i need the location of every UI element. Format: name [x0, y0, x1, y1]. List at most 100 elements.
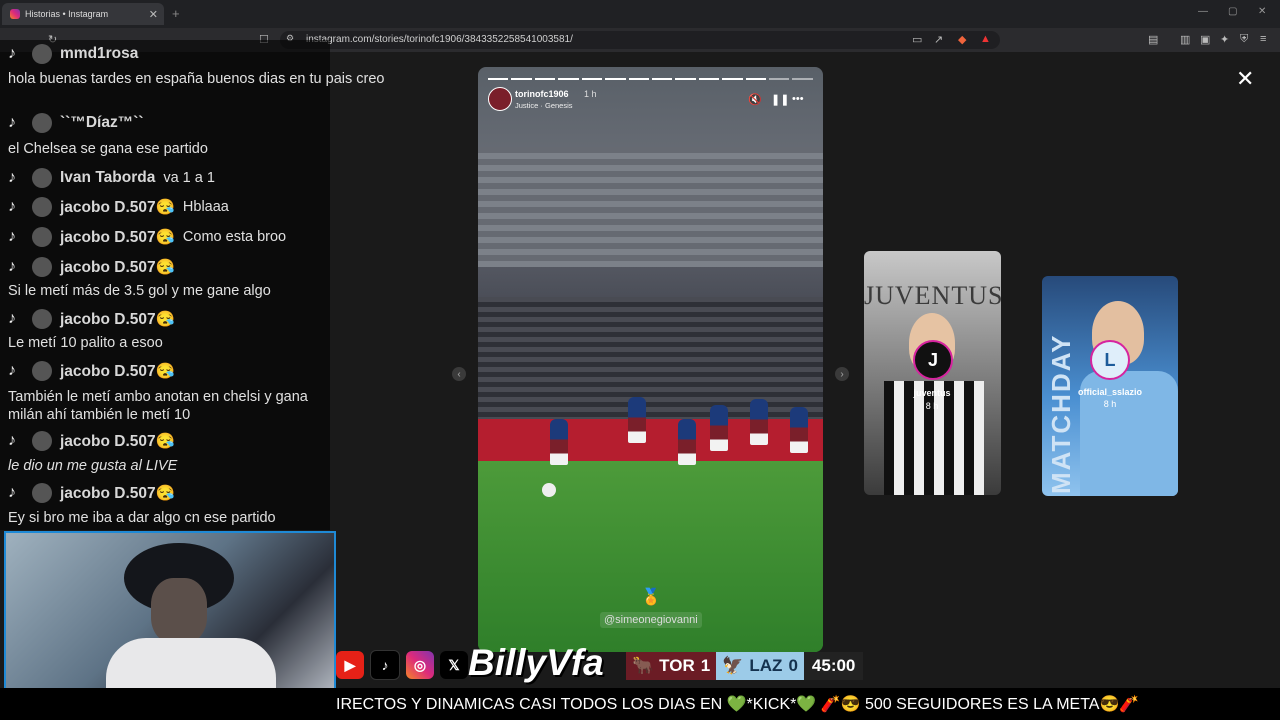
tiktok-icon: ♪ [8, 114, 16, 131]
character-face [151, 578, 207, 644]
previous-story-icon[interactable]: ‹ [452, 367, 466, 381]
chat-username: jacobo D.507😪 [60, 432, 175, 450]
story-card-time: 8 h [925, 401, 939, 411]
chat-username: jacobo D.507😪 [60, 362, 175, 380]
vpn-icon[interactable]: ⛨ [1240, 33, 1248, 46]
chat-row: ♪ jacobo D.507😪 Como esta broo [8, 227, 286, 247]
chat-avatar [32, 483, 52, 503]
progress-segment [698, 78, 720, 80]
chat-avatar [32, 44, 52, 64]
chat-message: También le metí ambo anotan en chelsi y … [8, 389, 308, 423]
chat-username: jacobo D.507😪 [60, 198, 175, 216]
menu-icon[interactable]: ≡ [1260, 33, 1266, 45]
chat-username: jacobo D.507😪 [60, 228, 175, 246]
maximize-button[interactable]: ▢ [1228, 6, 1237, 17]
chat-message: Si le metí más de 3.5 gol y me gane algo [8, 283, 271, 299]
extensions-icon[interactable]: ✦ [1220, 33, 1229, 46]
chat-message: Le metí 10 palito a esoo [8, 335, 163, 351]
share-icon[interactable]: ↗ [934, 33, 943, 46]
progress-segment [488, 78, 509, 80]
progress-segment [628, 78, 649, 80]
tiktok-icon: ♪ [8, 310, 16, 327]
story-username[interactable]: torinofc1906 [515, 89, 569, 99]
tiktok-icon: ♪ [8, 228, 16, 245]
panel-icon[interactable]: ▥ [1180, 33, 1190, 46]
close-story-icon[interactable]: ✕ [1236, 66, 1254, 92]
player-figure [678, 419, 696, 465]
social-icons: ▶ ♪ ◎ 𝕏 [336, 648, 468, 682]
away-goals: 0 [788, 656, 798, 675]
instagram-icon: ◎ [406, 651, 434, 679]
juventus-avatar: J [913, 340, 953, 380]
story-card-juventus[interactable]: JUVENTUS J juventus 8 h [864, 251, 1001, 495]
more-options-icon[interactable]: ••• [792, 93, 804, 105]
mention-sticker[interactable]: @simeonegiovanni [600, 612, 702, 628]
match-clock: 45:00 [803, 652, 864, 680]
next-story-icon[interactable]: › [835, 367, 849, 381]
chat-row: ♪ jacobo D.507😪 [8, 309, 175, 329]
progress-segment [605, 78, 626, 80]
story-avatar[interactable] [488, 87, 512, 111]
x-icon: 𝕏 [440, 651, 468, 679]
chat-username: Ivan Taborda [60, 169, 156, 186]
chat-avatar [32, 197, 52, 217]
chat-username: jacobo D.507😪 [60, 484, 175, 502]
sidebar-icon[interactable]: ▤ [1148, 33, 1158, 46]
tiktok-icon: ♪ [8, 362, 16, 379]
browser-tab-bar [0, 0, 1280, 28]
cast-icon[interactable]: ▭ [912, 33, 922, 46]
rewards-icon[interactable]: ▲ [980, 33, 991, 45]
story-progress-bar [488, 78, 813, 80]
tab-close-icon[interactable]: ✕ [149, 8, 158, 21]
home-team: TOR [659, 656, 695, 675]
browser-tab[interactable]: Historias • Instagram ✕ [2, 3, 164, 25]
lazio-avatar: L [1090, 340, 1130, 380]
chat-message: va 1 a 1 [163, 170, 215, 186]
ticker-text: IRECTOS Y DINAMICAS CASI TODOS LOS DIAS … [336, 696, 1140, 713]
progress-segment [792, 78, 813, 80]
chat-avatar [32, 168, 52, 188]
tiktok-icon: ♪ [8, 432, 16, 449]
chat-username: mmd1rosa [60, 45, 139, 62]
chat-row: ♪ jacobo D.507😪 [8, 361, 175, 381]
minimize-button[interactable]: — [1198, 6, 1208, 17]
pause-icon[interactable]: ❚❚ [771, 93, 789, 106]
chat-row: ♪ jacobo D.507😪 [8, 483, 175, 503]
story-card-lazio[interactable]: MATCHDAY L official_sslazio 8 h [1042, 276, 1178, 496]
torino-crest-icon: 🐂 [632, 656, 654, 675]
home-goals: 1 [700, 656, 711, 675]
chat-row: ♪ mmd1rosa [8, 44, 138, 64]
progress-segment [769, 78, 790, 80]
chat-message: Como esta broo [182, 229, 287, 245]
chat-message: le dio un me gusta al LIVE [8, 458, 178, 474]
tiktok-icon: ♪ [8, 258, 16, 275]
progress-segment [745, 78, 767, 80]
active-story[interactable]: torinofc1906 1 h Justice · Genesis 🔇 ❚❚ … [478, 67, 823, 652]
chat-message: el Chelsea se gana ese partido [8, 141, 208, 157]
chat-avatar [32, 227, 52, 247]
player-figure [550, 419, 568, 465]
new-tab-button[interactable]: + [172, 6, 180, 21]
story-card-time: 8 h [1103, 399, 1117, 409]
chat-avatar [32, 361, 52, 381]
chat-message: Ey si bro me iba a dar algo cn ese parti… [8, 510, 276, 526]
close-window-button[interactable]: ✕ [1258, 6, 1266, 17]
player-figure [790, 407, 808, 453]
wallet-icon[interactable]: ▣ [1200, 33, 1210, 46]
youtube-icon: ▶ [336, 651, 364, 679]
tab-title: Historias • Instagram [25, 9, 109, 19]
lazio-crest-icon: 🦅 [722, 656, 744, 675]
story-music[interactable]: Justice · Genesis [515, 101, 573, 110]
progress-segment [675, 78, 696, 80]
progress-segment [534, 78, 556, 80]
chat-avatar [32, 113, 52, 133]
mention-emoji-icon: 🏅 [641, 589, 661, 606]
brave-shield-icon[interactable]: ◆ [958, 33, 966, 46]
story-card-username: official_sslazio [1077, 387, 1143, 397]
tiktok-icon: ♪ [8, 484, 16, 501]
url-text[interactable]: instagram.com/stories/torinofc1906/38433… [306, 34, 573, 45]
mute-icon[interactable]: 🔇 [748, 93, 762, 106]
chat-avatar [32, 257, 52, 277]
progress-segment [511, 78, 532, 80]
football [542, 483, 556, 497]
